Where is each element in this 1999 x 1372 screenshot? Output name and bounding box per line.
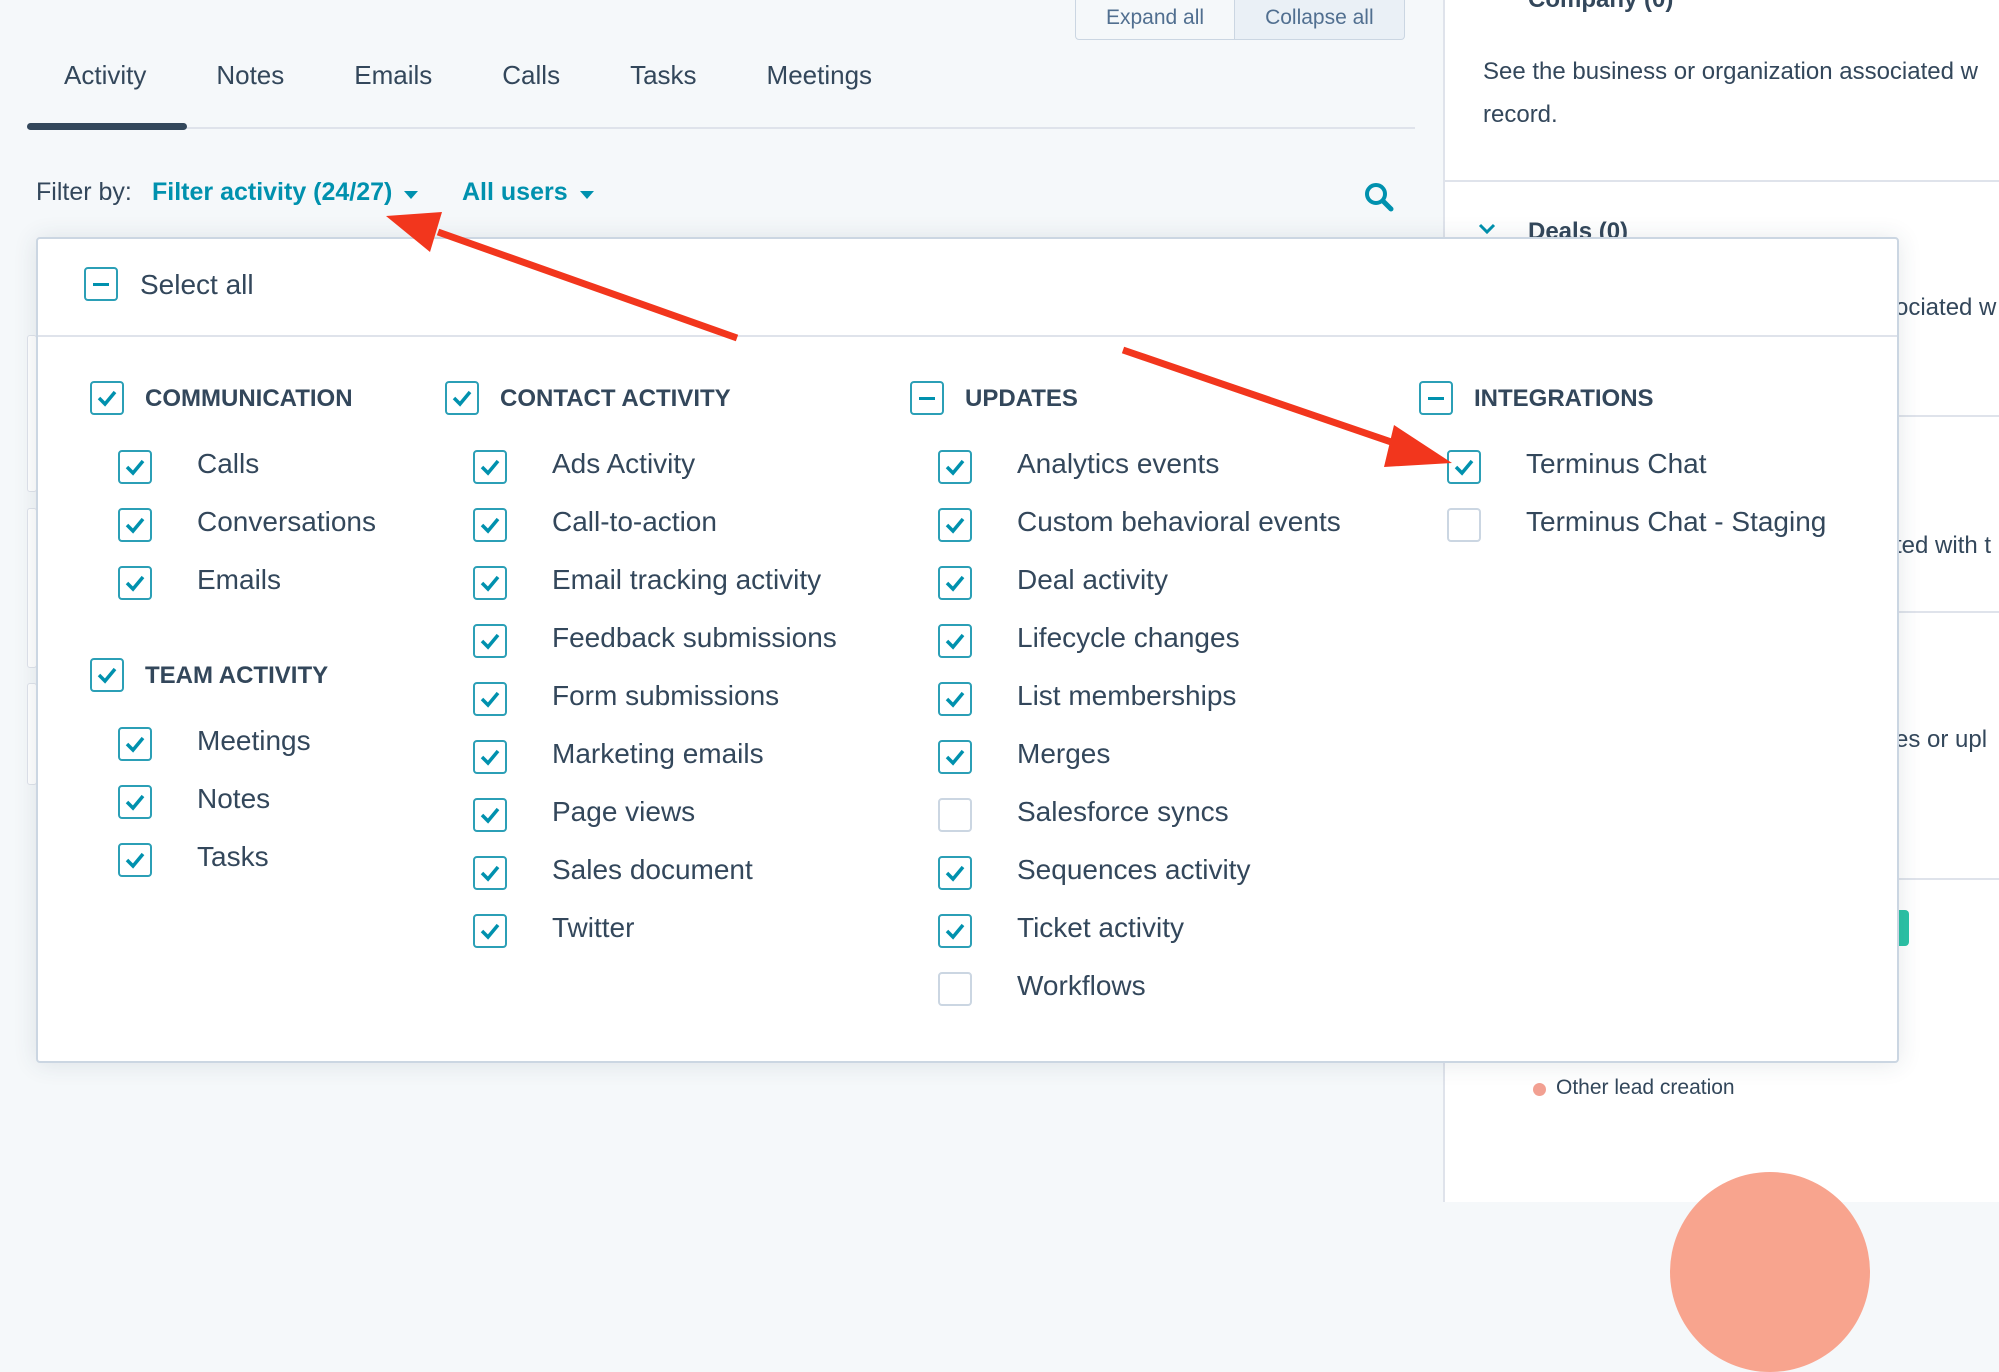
pie-chart-slice [1670, 1172, 1870, 1372]
annotation-arrows [386, 212, 1452, 467]
